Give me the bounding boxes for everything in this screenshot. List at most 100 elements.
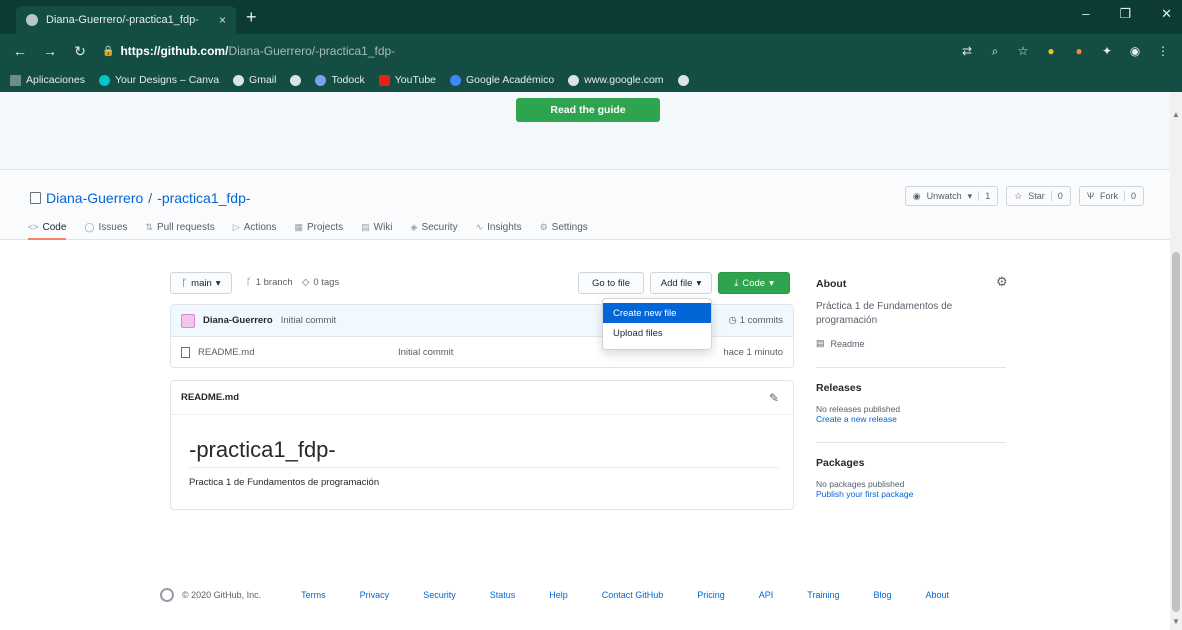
divider [816, 367, 1006, 368]
translate-icon[interactable]: ⇄ [960, 44, 974, 58]
branch-toolbar: ᚴ main ▾ ᚴ1 branch ◇ 0 tags Go to file Add … [170, 272, 794, 296]
reload-icon[interactable]: ↻ [72, 43, 88, 60]
fork-button[interactable]: Ѱ Fork 0 [1078, 186, 1144, 206]
bookmark-youtube[interactable]: YouTube [378, 74, 436, 86]
lock-icon: 🔒 [102, 45, 115, 57]
browser-tab[interactable]: Diana-Guerrero/-practica1_fdp- × [16, 6, 236, 34]
tags-link[interactable]: ◇ 0 tags [302, 277, 339, 288]
tab-title: Diana-Guerrero/-practica1_fdp- [46, 14, 199, 26]
back-icon[interactable]: ← [12, 43, 28, 59]
github-favicon-icon [26, 14, 38, 26]
address-bar: ← → ↻ 🔒 https://github.com/Diana-Guerrer… [0, 34, 1182, 68]
read-the-guide-button[interactable]: Read the guide [516, 98, 660, 122]
tab-pull-requests[interactable]: ⇅ Pull requests [145, 216, 214, 240]
upload-files-item[interactable]: Upload files [603, 323, 711, 343]
bookmark-gmail[interactable]: Gmail [233, 74, 276, 86]
github-logo-icon[interactable] [160, 588, 174, 602]
add-file-button[interactable]: Add file ▾ [650, 272, 712, 294]
bookmark-extra[interactable] [677, 74, 689, 86]
create-release-link[interactable]: Create a new release [816, 414, 1016, 424]
scroll-up-icon[interactable]: ▲ [1172, 110, 1180, 119]
footer-link-training[interactable]: Training [807, 590, 839, 600]
puzzle-icon[interactable]: ✦ [1100, 44, 1114, 58]
minimize-icon[interactable]: – [1082, 6, 1089, 22]
zoom-icon[interactable]: ⌕ [988, 44, 1002, 58]
new-tab-icon[interactable]: + [246, 7, 257, 28]
branches-link[interactable]: ᚴ1 branch [246, 277, 293, 288]
page-scrollbar[interactable]: ▲ ▼ [1170, 92, 1182, 630]
watch-count: 1 [978, 191, 990, 201]
forward-icon[interactable]: → [42, 43, 58, 59]
globe-icon [677, 74, 689, 86]
gmail-icon [233, 74, 245, 86]
maximize-icon[interactable]: ❐ [1119, 6, 1131, 22]
scholar-icon [450, 74, 462, 86]
bookmark-canva[interactable]: Your Designs – Canva [98, 74, 219, 86]
repo-owner-link[interactable]: Diana-Guerrero [46, 190, 143, 206]
commit-message[interactable]: Initial commit [281, 315, 336, 326]
github-page: Read the guide Diana-Guerrero / -practic… [0, 92, 1170, 630]
footer-link-help[interactable]: Help [549, 590, 568, 600]
avatar[interactable] [181, 313, 195, 328]
bookmark-scholar[interactable]: Google Académico [450, 74, 554, 86]
tab-actions[interactable]: ▷ Actions [233, 216, 277, 240]
chevron-down-icon: ▾ [769, 277, 774, 289]
profile-avatar-icon[interactable]: ◉ [1128, 44, 1142, 58]
bookmark-todock[interactable]: Todock [315, 74, 365, 86]
footer-link-pricing[interactable]: Pricing [697, 590, 725, 600]
code-download-button[interactable]: ⤓ Code ▾ [718, 272, 790, 294]
tab-security[interactable]: ◈ Security [411, 216, 458, 240]
publish-package-link[interactable]: Publish your first package [816, 489, 1016, 499]
readme-panel: README.md ✎ -practica1_fdp- Practica 1 d… [170, 380, 794, 510]
readme-link[interactable]: ▤ Readme [816, 338, 1016, 349]
star-button[interactable]: ☆ Star 0 [1006, 186, 1071, 206]
browser-tab-bar: Diana-Guerrero/-practica1_fdp- × + – ❐ ✕ [0, 0, 1182, 34]
tab-settings[interactable]: ⚙ Settings [540, 216, 588, 240]
tab-wiki[interactable]: ▤ Wiki [361, 216, 392, 240]
go-to-file-button[interactable]: Go to file [578, 272, 644, 294]
pencil-icon[interactable]: ✎ [769, 391, 779, 405]
menu-icon[interactable]: ⋮ [1156, 44, 1170, 58]
file-commit-message[interactable]: Initial commit [398, 347, 453, 358]
commit-author[interactable]: Diana-Guerrero [203, 315, 273, 326]
footer-link-contact[interactable]: Contact GitHub [602, 590, 664, 600]
globe-icon [290, 74, 302, 86]
releases-title[interactable]: Releases [816, 382, 1016, 394]
footer-link-status[interactable]: Status [490, 590, 516, 600]
footer-link-privacy[interactable]: Privacy [360, 590, 390, 600]
book-icon: ▤ [816, 338, 825, 348]
footer-link-blog[interactable]: Blog [873, 590, 891, 600]
bookmark-apps[interactable]: Aplicaciones [10, 74, 85, 86]
scroll-down-icon[interactable]: ▼ [1172, 617, 1180, 626]
tab-code[interactable]: <> Code [28, 216, 67, 240]
close-window-icon[interactable]: ✕ [1161, 6, 1172, 22]
url-input[interactable]: 🔒 https://github.com/Diana-Guerrero/-pra… [102, 39, 946, 63]
bookmark-google[interactable]: www.google.com [568, 74, 664, 86]
star-bookmark-icon[interactable]: ☆ [1016, 44, 1030, 58]
unwatch-button[interactable]: ◉ Unwatch ▾ 1 [904, 186, 999, 206]
extension-icon[interactable]: ● [1044, 44, 1058, 58]
footer-link-api[interactable]: API [759, 590, 774, 600]
branch-icon: ᚴ [246, 277, 252, 288]
create-new-file-item[interactable]: Create new file [603, 303, 711, 323]
packages-title[interactable]: Packages [816, 457, 1016, 469]
footer-link-about[interactable]: About [926, 590, 950, 600]
tab-insights[interactable]: ∿ Insights [476, 216, 522, 240]
bookmark-blank[interactable] [290, 74, 302, 86]
tab-projects[interactable]: ▦ Projects [294, 216, 343, 240]
releases-empty-text: No releases published [816, 404, 901, 414]
star-count: 0 [1050, 191, 1063, 201]
commits-count[interactable]: ◷ 1 commits [728, 315, 783, 326]
footer-link-terms[interactable]: Terms [301, 590, 326, 600]
readme-filename: README.md [171, 381, 793, 415]
extensions: ⇄ ⌕ ☆ ● ● ✦ ◉ ⋮ [960, 44, 1170, 58]
footer-link-security[interactable]: Security [423, 590, 456, 600]
file-name[interactable]: README.md [198, 347, 398, 358]
tab-issues[interactable]: ◯ Issues [84, 216, 127, 240]
tab-close-icon[interactable]: × [219, 13, 226, 27]
scrollbar-thumb[interactable] [1172, 252, 1180, 612]
extension-icon[interactable]: ● [1072, 44, 1086, 58]
gear-icon[interactable]: ⚙ [996, 274, 1008, 290]
branch-select-button[interactable]: ᚴ main ▾ [170, 272, 232, 294]
repo-name-link[interactable]: -practica1_fdp- [157, 190, 250, 206]
